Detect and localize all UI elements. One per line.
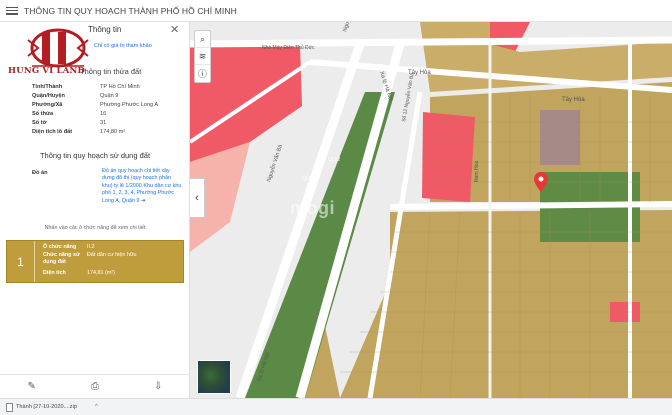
card-row: Chức năng sử dụng đất Đất dân cư hiện hữ… <box>43 252 136 265</box>
satellite-toggle[interactable] <box>197 360 231 394</box>
road-label: Tây Hòa <box>562 97 585 103</box>
parcel-value: Phường Phước Long A <box>100 102 159 108</box>
parcel-value: 174,80 m² <box>100 129 126 135</box>
parcel-section-title: Thông tin thửa đất <box>80 67 142 76</box>
institution-zone <box>540 110 580 165</box>
parcel-value: 16 <box>100 111 107 117</box>
parcel-row: Tỉnh/Thành TP Hồ Chí Minh <box>32 84 140 90</box>
tab-info[interactable]: Thông tin <box>88 25 121 34</box>
parcel-row: Quận/Huyện Quận 9 <box>32 93 118 99</box>
map-toolbar: ⌕ ≋ ⓘ <box>194 30 211 83</box>
plan-link[interactable]: Đồ án quy hoạch chi tiết xây dựng đô thị… <box>102 168 182 205</box>
info-panel: HUNG VI LAND Thông tin ✕ Chỉ có giá trị … <box>0 22 190 398</box>
road-label: QL52 <box>302 176 314 182</box>
parcel-label: Quận/Huyện <box>32 93 65 99</box>
map-pin-icon[interactable] <box>534 172 548 192</box>
road <box>190 36 672 48</box>
card-value: 174,81 (m²) <box>87 270 115 276</box>
road-label: QL52 <box>328 157 340 163</box>
logo-brand-text: HUNG VI LAND <box>8 66 86 76</box>
hint-text: Nhấn vào các ô chức năng để xem chi tiết <box>44 225 146 231</box>
app-title: THÔNG TIN QUY HOẠCH THÀNH PHỐ HỒ CHÍ MIN… <box>24 5 237 16</box>
parcel-label: Phường/Xã <box>32 102 63 108</box>
map-view[interactable]: Nhà Máy Điện Thủ Đức Tây Hòa Tây Hòa Ngu… <box>190 22 672 398</box>
plan-section-title: Thông tin quy hoạch sử dụng đất <box>39 151 151 160</box>
parcel-row: Số tờ 31 <box>32 120 106 126</box>
card-label: Chức năng sử dụng đất <box>43 252 80 265</box>
download-filename: Thành [27-10-2020....zip <box>16 404 77 410</box>
panel-footer: ✎ ⎙ ⇩ <box>0 374 190 398</box>
card-value: II.2 <box>87 244 95 250</box>
card-row: Ô chức năng II.2 <box>43 244 95 251</box>
card-label: Ô chức năng <box>43 244 77 250</box>
info-icon[interactable]: ⓘ <box>195 65 210 82</box>
card-label: Diện tích <box>43 270 66 276</box>
card-row: Diện tích 174,81 (m²) <box>43 270 115 277</box>
map-canvas[interactable]: Nhà Máy Điện Thủ Đức Tây Hòa Tây Hòa Ngu… <box>190 22 672 398</box>
parcel-value: TP Hồ Chí Minh <box>100 84 140 90</box>
parcel-row: Phường/Xã Phường Phước Long A <box>32 102 158 108</box>
layers-icon[interactable]: ≋ <box>195 48 210 65</box>
parcel-label: Số tờ <box>32 120 47 126</box>
print-icon[interactable]: ⎙ <box>91 381 99 392</box>
parcel-value: Quận 9 <box>100 93 119 99</box>
function-cell-card[interactable]: 1 Ô chức năng II.2 Chức năng sử dụng đất… <box>6 240 184 283</box>
commercial-zone <box>422 112 475 202</box>
app-bar: THÔNG TIN QUY HOẠCH THÀNH PHỐ HỒ CHÍ MIN… <box>0 0 672 22</box>
parcel-value: 31 <box>100 120 107 126</box>
plan-label: Đồ án <box>32 170 48 176</box>
file-icon <box>6 402 13 412</box>
parcel-label: Diện tích lô đất <box>32 129 73 135</box>
reference-note: Chỉ có giá trị tham khảo <box>94 43 152 49</box>
parcel-row: Số thửa 16 <box>32 111 106 117</box>
parcel-row: Diện tích lô đất 174,80 m² <box>32 129 125 135</box>
download-icon[interactable]: ⇩ <box>154 381 162 392</box>
road-label: Nhà Máy Điện Thủ Đức <box>262 44 315 51</box>
download-bar: Thành [27-10-2020....zip ^ <box>0 398 672 415</box>
menu-icon[interactable] <box>6 6 18 15</box>
chevron-up-icon[interactable]: ^ <box>95 404 98 410</box>
parcel-label: Số thửa <box>32 111 54 117</box>
close-icon[interactable]: ✕ <box>170 23 179 36</box>
card-index: 1 <box>7 241 35 282</box>
edit-icon[interactable]: ✎ <box>28 381 36 392</box>
download-item[interactable]: Thành [27-10-2020....zip ^ <box>6 401 98 414</box>
card-value: Đất dân cư hiện hữu <box>87 252 137 258</box>
collapse-panel-button[interactable]: ‹ <box>190 178 205 218</box>
parcel-label: Tỉnh/Thành <box>32 84 63 90</box>
search-icon[interactable]: ⌕ <box>195 31 210 48</box>
watermark: mogi <box>290 198 335 218</box>
road-label: Nam Hòa <box>474 161 480 182</box>
